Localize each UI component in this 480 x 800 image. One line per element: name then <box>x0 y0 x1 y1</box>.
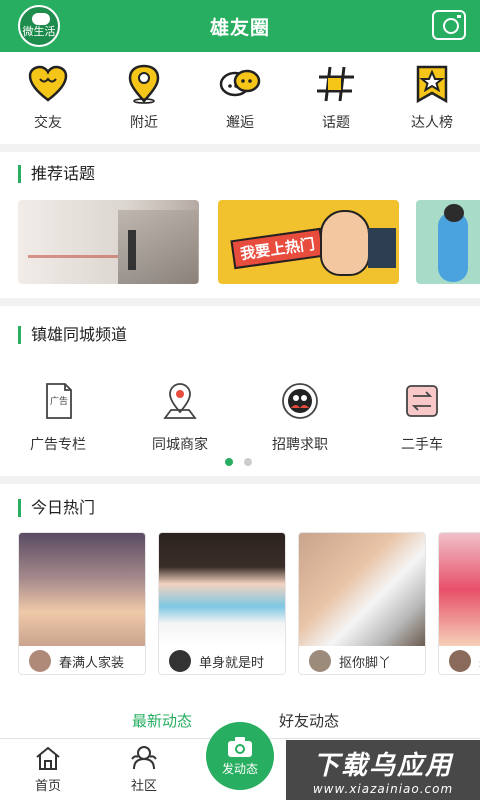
carousel-dots <box>225 458 252 466</box>
chat-bubbles-icon <box>219 69 261 97</box>
location-pin-icon <box>128 64 160 104</box>
ad-icon-text: 广告 <box>50 395 68 407</box>
nav-home[interactable]: 首页 <box>18 745 78 794</box>
avatar <box>169 650 191 672</box>
avatar <box>449 650 471 672</box>
shortcut-topics[interactable]: 话题 <box>296 64 376 132</box>
shortcut-label: 附近 <box>130 115 158 131</box>
post-author: 抠你脚丫 <box>339 655 392 671</box>
section-title: 推荐话题 <box>18 165 95 183</box>
page-dot[interactable] <box>244 458 252 466</box>
hot-post-card[interactable]: 春满人家装 <box>18 532 146 675</box>
hot-post-card[interactable]: 单身就是时 <box>158 532 286 675</box>
topic-card-hot[interactable]: 我要上热门 <box>218 200 399 284</box>
home-icon <box>36 746 60 770</box>
topic-card[interactable] <box>416 200 480 284</box>
app-header: 微生活 雄友圈 <box>0 0 480 52</box>
section-title: 镇雄同城频道 <box>18 326 127 344</box>
shortcut-label: 达人榜 <box>411 115 453 131</box>
channel-jobs[interactable]: 招聘求职 <box>245 382 355 454</box>
shortcut-label: 话题 <box>322 115 350 131</box>
topic-card[interactable] <box>18 200 199 284</box>
post-photo <box>159 533 285 646</box>
channel-ads[interactable]: 广告 广告专栏 <box>3 382 113 454</box>
ad-document-icon: 广告 <box>46 383 72 419</box>
publish-post-button[interactable]: 发动态 <box>206 722 274 790</box>
heart-icon <box>28 65 68 102</box>
hashtag-icon <box>317 66 354 102</box>
avatar <box>29 650 51 672</box>
post-author: 单身就是时 <box>199 655 265 671</box>
post-photo <box>439 533 480 646</box>
page-title: 雄友圈 <box>209 16 270 39</box>
watermark: 下载乌应用 www.xiazainiao.com <box>286 740 480 800</box>
recommended-topics-section: 推荐话题 我要上热门 <box>0 152 480 298</box>
shortcut-nearby[interactable]: 附近 <box>104 64 184 132</box>
channel-local-merchants[interactable]: 同城商家 <box>125 382 235 454</box>
tab-friends[interactable]: 好友动态 <box>279 710 339 731</box>
post-author: 春满人家装 <box>59 655 125 671</box>
post-photo <box>299 533 425 646</box>
ranking-star-icon <box>416 65 448 104</box>
channel-label: 招聘求职 <box>272 437 328 453</box>
camera-icon[interactable] <box>432 10 466 40</box>
hot-post-card[interactable]: 未 <box>438 532 480 675</box>
city-channel-section: 镇雄同城频道 广告 广告专栏 同城商家 招聘求职 二手车 <box>0 306 480 476</box>
publish-label: 发动态 <box>221 761 258 776</box>
shortcut-label: 交友 <box>34 115 62 131</box>
topic-card-text: 我要上热门 <box>230 227 325 270</box>
watermark-sub: www.xiazainiao.com <box>312 781 454 796</box>
shortcut-label: 邂逅 <box>226 115 254 131</box>
nav-label: 社区 <box>130 779 157 794</box>
shortcut-encounter[interactable]: 邂逅 <box>200 64 280 132</box>
shortcut-bar: 交友 附近 邂逅 话题 达人榜 <box>0 52 480 144</box>
hot-post-card[interactable]: 抠你脚丫 <box>298 532 426 675</box>
map-pin-icon <box>163 383 197 419</box>
channel-label: 同城商家 <box>152 437 208 453</box>
topic-carousel[interactable]: 我要上热门 <box>0 200 480 284</box>
shortcut-ranking[interactable]: 达人榜 <box>392 64 472 132</box>
channel-label: 广告专栏 <box>30 437 86 453</box>
app-logo: 微生活 <box>18 5 60 47</box>
exchange-arrows-icon <box>406 385 438 417</box>
nav-label: 首页 <box>34 779 61 794</box>
job-people-icon <box>282 383 318 419</box>
shortcut-friends[interactable]: 交友 <box>8 64 88 132</box>
post-photo <box>19 533 145 646</box>
page-dot-active[interactable] <box>225 458 233 466</box>
community-icon <box>131 746 157 770</box>
channel-used-cars[interactable]: 二手车 <box>367 382 477 454</box>
today-hot-section: 今日热门 春满人家装 单身就是时 抠你脚丫 未 <box>0 484 480 700</box>
tab-latest[interactable]: 最新动态 <box>132 710 192 731</box>
logo-text: 微生活 <box>22 25 56 38</box>
nav-community[interactable]: 社区 <box>114 745 174 794</box>
avatar <box>309 650 331 672</box>
watermark-main: 下载乌应用 <box>312 750 453 781</box>
channel-label: 二手车 <box>401 437 443 453</box>
camera-icon <box>228 736 252 757</box>
section-title: 今日热门 <box>18 499 95 517</box>
hot-carousel: 春满人家装 单身就是时 抠你脚丫 未 <box>0 532 480 677</box>
